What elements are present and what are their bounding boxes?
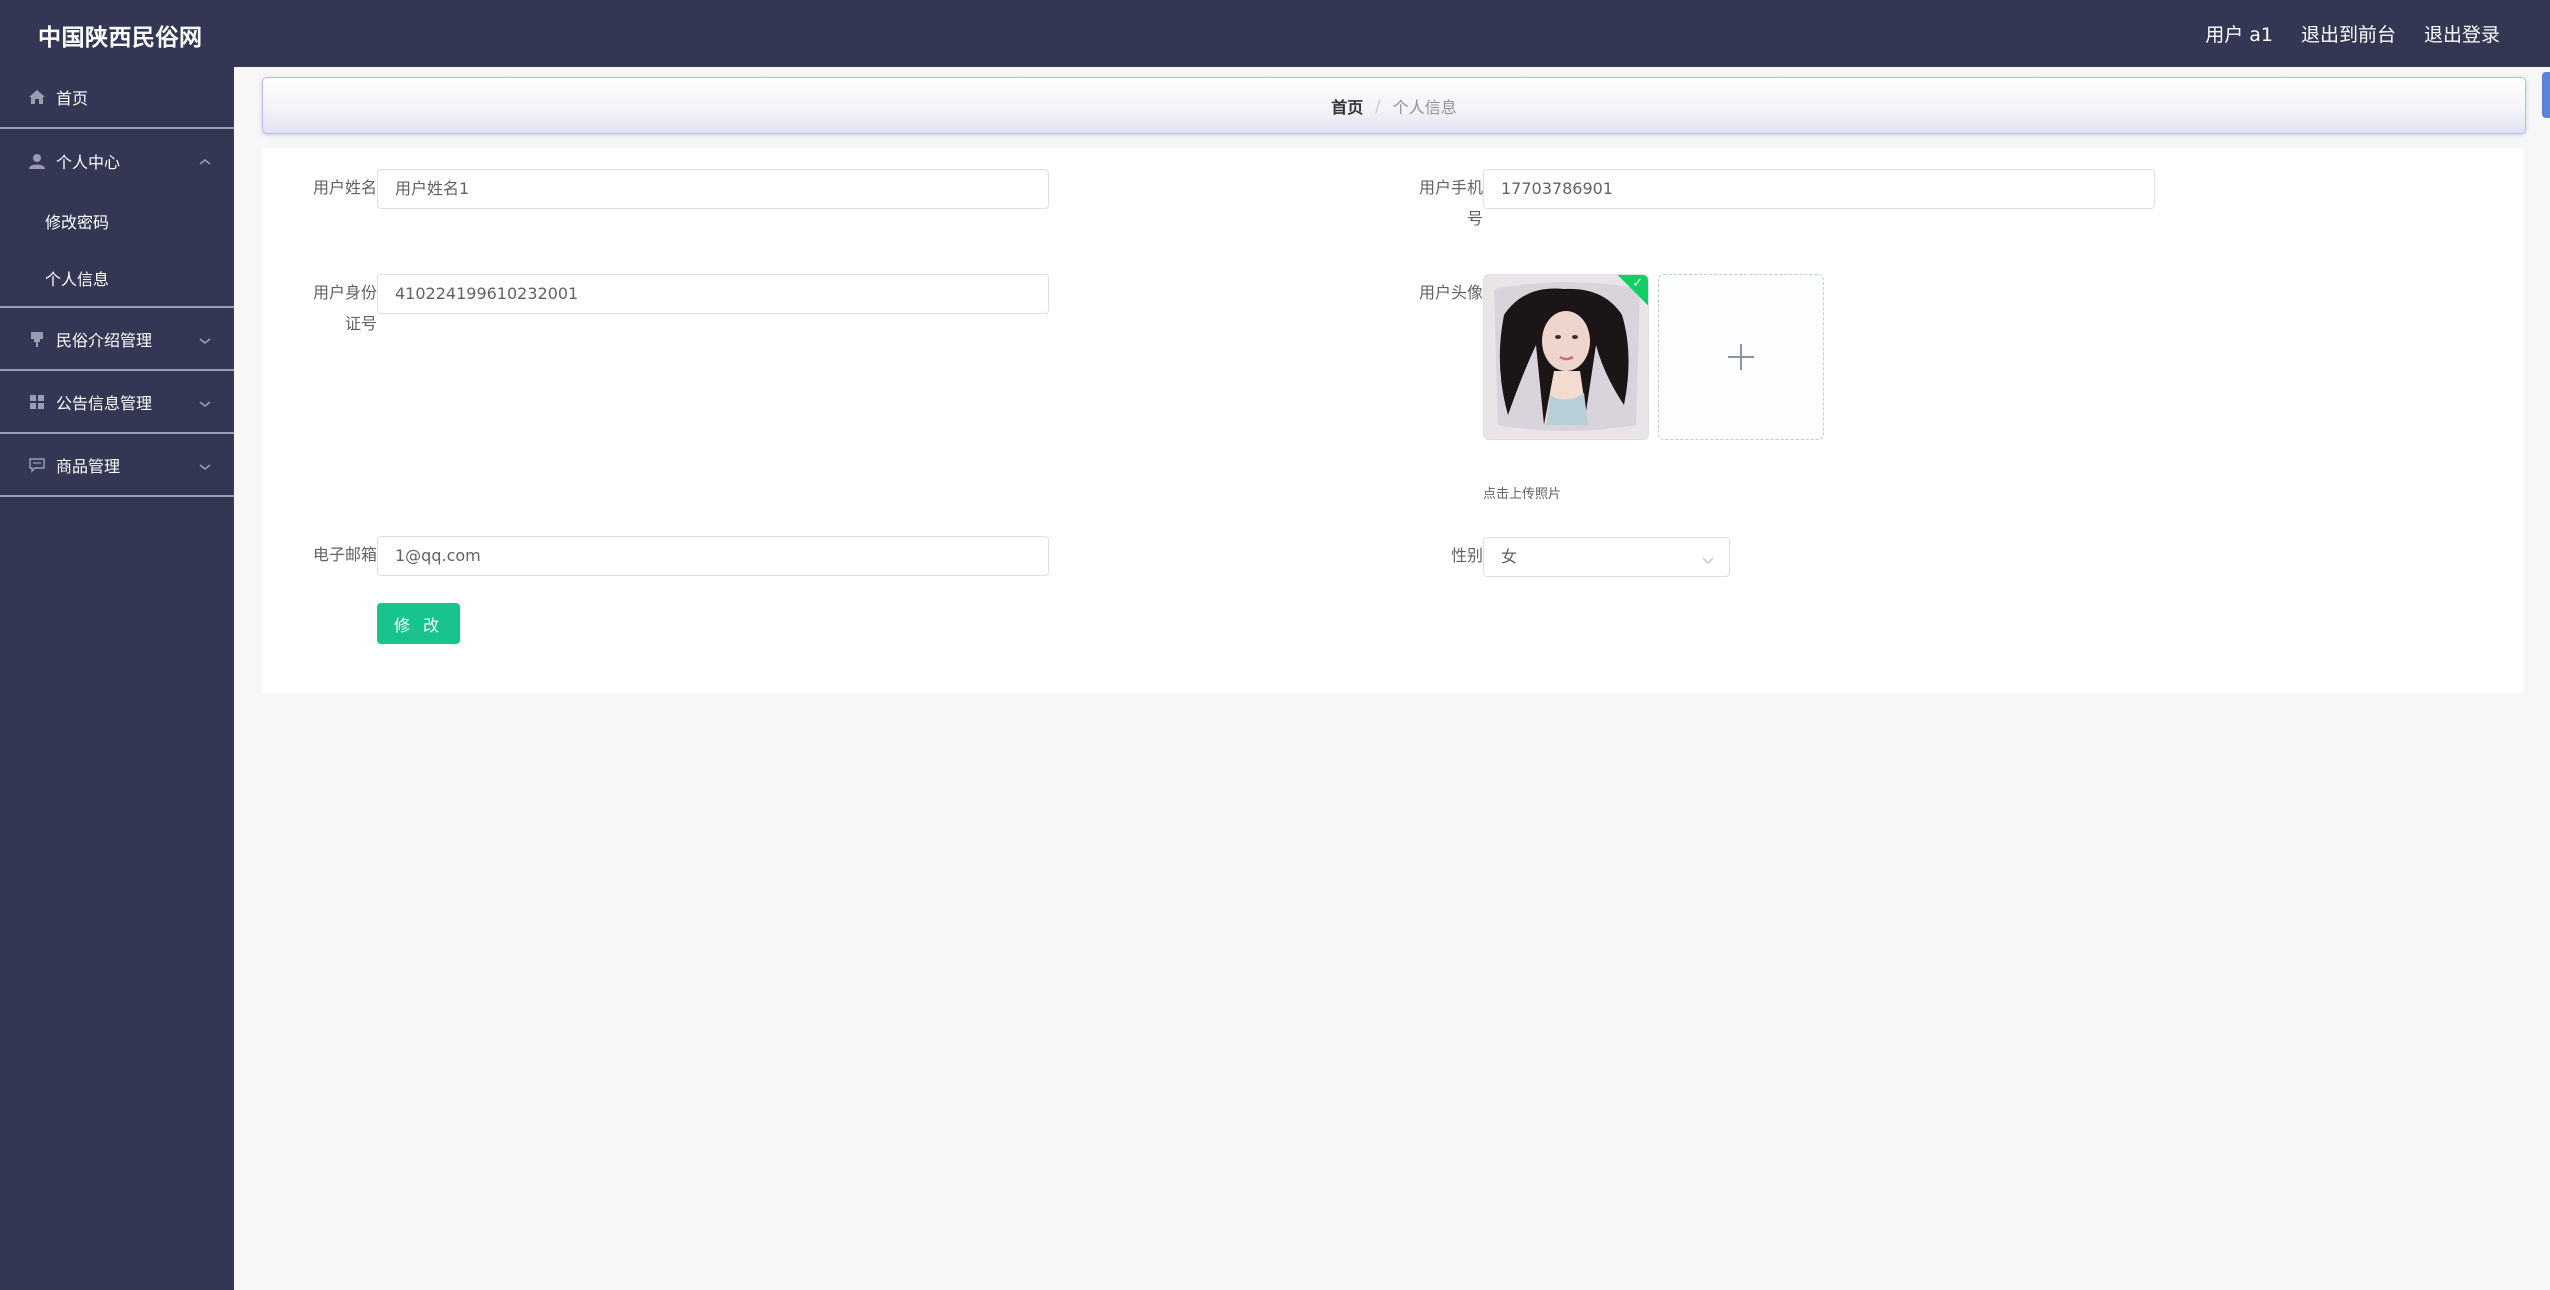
sidebar-item-goods-manage[interactable]: 商品管理	[0, 434, 234, 497]
phone-input[interactable]: 17703786901	[1483, 169, 2155, 209]
user-icon	[27, 151, 47, 171]
id-label-line2: 证号	[344, 314, 377, 333]
breadcrumb-current: 个人信息	[1392, 97, 1457, 117]
avatar-upload-button[interactable]	[1658, 274, 1824, 440]
sidebar-item-label: 首页	[56, 89, 89, 108]
sidebar-item-notice-manage[interactable]: 公告信息管理	[0, 371, 234, 434]
personal-info-form: 用户姓名 用户姓名1 用户手机 号 17703786901 用户身份 证号 41…	[262, 148, 2524, 693]
chevron-down-icon	[198, 394, 212, 413]
sidebar-item-change-password[interactable]: 修改密码	[0, 192, 234, 249]
grid-icon	[27, 392, 47, 412]
check-icon: ✓	[1632, 276, 1643, 291]
sidebar-item-label: 民俗介绍管理	[56, 330, 153, 350]
sidebar-item-home[interactable]: 首页	[0, 67, 234, 129]
phone-label-line2: 号	[1466, 209, 1483, 228]
sidebar-item-folk-manage[interactable]: 民俗介绍管理	[0, 308, 234, 371]
chevron-down-icon	[198, 457, 212, 476]
phone-label-line1: 用户手机	[1418, 178, 1483, 197]
site-title: 中国陕西民俗网	[38, 25, 203, 51]
gender-select-value: 女	[1501, 547, 1518, 566]
personal-center-submenu: 修改密码 个人信息	[0, 192, 234, 308]
plus-icon	[1728, 344, 1754, 370]
chat-icon	[27, 455, 47, 475]
sidebar: 首页 个人中心 修改密码 个人信息 民俗介绍管理 公告信息管理 商品管理	[0, 67, 234, 1290]
id-label: 用户身份	[312, 283, 377, 302]
modify-button[interactable]: 修 改	[377, 603, 460, 644]
breadcrumb-separator: /	[1375, 96, 1381, 115]
email-label: 电子邮箱	[312, 545, 377, 564]
breadcrumb-home[interactable]: 首页	[1331, 94, 1363, 118]
current-user-label[interactable]: 用户 a1	[2205, 20, 2273, 47]
sidebar-item-personal-center[interactable]: 个人中心	[0, 129, 234, 192]
sidebar-item-label: 个人中心	[56, 152, 121, 172]
breadcrumb: 首页 / 个人信息	[262, 77, 2526, 134]
sidebar-item-label: 商品管理	[56, 456, 121, 476]
email-input[interactable]: 1@qq.com	[377, 536, 1049, 576]
top-links: 用户 a1 退出到前台 退出登录	[2205, 20, 2500, 47]
chevron-down-icon	[1701, 546, 1715, 584]
flag-icon	[27, 329, 47, 349]
avatar-preview[interactable]: ✓	[1483, 274, 1649, 440]
edge-tab[interactable]	[2542, 72, 2550, 118]
chevron-down-icon	[198, 331, 212, 350]
gender-label: 性别	[1450, 546, 1483, 565]
name-label: 用户姓名	[312, 178, 377, 197]
id-number-input[interactable]: 410224199610232001	[377, 274, 1049, 314]
top-bar: 中国陕西民俗网 用户 a1 退出到前台 退出登录	[0, 0, 2550, 67]
sidebar-item-label: 公告信息管理	[56, 393, 153, 413]
avatar-label: 用户头像	[1418, 283, 1483, 302]
name-input[interactable]: 用户姓名1	[377, 169, 1049, 209]
avatar-image	[1484, 275, 1648, 439]
phone-label: 用户手机	[1403, 168, 1483, 208]
home-icon	[27, 87, 47, 107]
chevron-up-icon	[198, 152, 212, 171]
sidebar-item-personal-info[interactable]: 个人信息	[0, 249, 234, 306]
logout-link[interactable]: 退出登录	[2424, 20, 2500, 47]
upload-tip: 点击上传照片	[1483, 487, 1562, 502]
back-to-front-link[interactable]: 退出到前台	[2301, 20, 2396, 47]
gender-select[interactable]: 女	[1483, 537, 1730, 577]
